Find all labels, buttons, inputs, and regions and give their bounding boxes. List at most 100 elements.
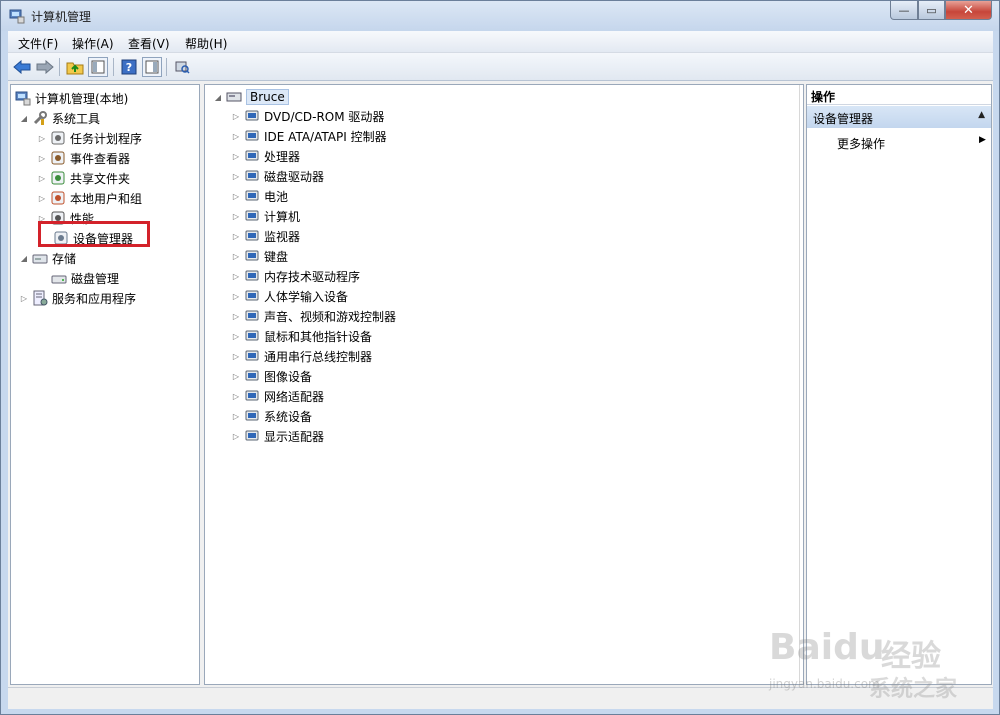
device-category-label: 内存技术驱动程序: [264, 269, 361, 284]
device-category[interactable]: ▷ 系统设备: [231, 407, 312, 425]
tree-item-label: 任务计划程序: [70, 131, 143, 146]
tree-services-apps-label: 服务和应用程序: [52, 291, 137, 306]
tree-services-apps[interactable]: ▷ 服务和应用程序: [19, 289, 136, 307]
device-tree: ◢ Bruce ▷ DVD/CD-ROM 驱动器 ▷ IDE ATA/ATAPI 控制…: [204, 84, 804, 685]
computer-management-icon: [9, 8, 25, 24]
close-button[interactable]: ✕: [945, 1, 992, 20]
tree-root[interactable]: 计算机管理(本地): [15, 89, 128, 107]
tree-system-tools[interactable]: ◢ 系统工具: [19, 109, 100, 127]
submenu-arrow-icon: ▶: [979, 135, 986, 145]
device-category[interactable]: ▷ 网络适配器: [231, 387, 324, 405]
device-category[interactable]: ▷ 显示适配器: [231, 427, 324, 445]
hid-icon: [244, 288, 260, 304]
show-hide-console-tree-icon[interactable]: [88, 57, 108, 77]
scan-hardware-icon[interactable]: [172, 57, 192, 77]
back-arrow-icon[interactable]: [12, 57, 32, 77]
expand-triangle-icon[interactable]: ▷: [231, 311, 241, 321]
expand-triangle-icon[interactable]: ▷: [231, 291, 241, 301]
disk-drive-icon: [244, 168, 260, 184]
expand-triangle-icon[interactable]: ▷: [231, 171, 241, 181]
menu-action[interactable]: 操作(A): [72, 35, 114, 52]
display-adapter-icon: [244, 428, 260, 444]
expand-triangle-icon[interactable]: ▷: [231, 111, 241, 121]
tree-item[interactable]: ▷ 任务计划程序: [37, 129, 142, 147]
tree-item-label: 事件查看器: [70, 151, 131, 166]
expand-triangle-icon[interactable]: ▷: [231, 411, 241, 421]
device-category[interactable]: ▷ 内存技术驱动程序: [231, 267, 360, 285]
collapse-up-icon[interactable]: ▲: [978, 110, 985, 120]
title-bar[interactable]: 计算机管理 — ▭ ✕: [1, 1, 999, 31]
tree-storage[interactable]: ◢ 存储: [19, 249, 76, 267]
more-actions-link[interactable]: 更多操作: [837, 135, 885, 152]
tree-item[interactable]: ▷ 本地用户和组: [37, 189, 142, 207]
forward-arrow-icon[interactable]: [35, 57, 55, 77]
device-category-label: 通用串行总线控制器: [264, 349, 373, 364]
speaker-icon: [244, 308, 260, 324]
device-category[interactable]: ▷ 图像设备: [231, 367, 312, 385]
device-category-label: 人体学输入设备: [264, 289, 349, 304]
collapse-triangle-icon[interactable]: ◢: [19, 113, 29, 123]
users-icon: [50, 190, 66, 206]
maximize-button[interactable]: ▭: [918, 1, 945, 20]
expand-triangle-icon[interactable]: ▷: [231, 431, 241, 441]
up-folder-icon[interactable]: [65, 57, 85, 77]
toolbar: ?: [8, 53, 993, 81]
device-category[interactable]: ▷ 磁盘驱动器: [231, 167, 324, 185]
device-category[interactable]: ▷ 计算机: [231, 207, 300, 225]
collapse-triangle-icon[interactable]: ◢: [213, 92, 223, 102]
device-category[interactable]: ▷ IDE ATA/ATAPI 控制器: [231, 127, 387, 145]
menu-view[interactable]: 查看(V): [128, 35, 170, 52]
computer-management-window: 计算机管理 — ▭ ✕ 文件(F) 操作(A) 查看(V) 帮助(H) ? 计算…: [0, 0, 1000, 715]
device-category[interactable]: ▷ 键盘: [231, 247, 288, 265]
device-category-label: 网络适配器: [264, 389, 325, 404]
device-category[interactable]: ▷ 通用串行总线控制器: [231, 347, 372, 365]
tree-root-label: 计算机管理(本地): [35, 91, 129, 106]
menu-file[interactable]: 文件(F): [18, 35, 58, 52]
expand-triangle-icon[interactable]: ▷: [37, 193, 47, 203]
device-manager-highlight-box: [38, 221, 150, 247]
expand-triangle-icon[interactable]: ▷: [37, 133, 47, 143]
system-device-icon: [244, 408, 260, 424]
device-category[interactable]: ▷ 声音、视频和游戏控制器: [231, 307, 396, 325]
collapse-triangle-icon[interactable]: ◢: [19, 253, 29, 263]
processor-icon: [244, 148, 260, 164]
tree-item[interactable]: ▷ 共享文件夹: [37, 169, 130, 187]
expand-triangle-icon[interactable]: ▷: [231, 331, 241, 341]
computer-management-icon: [15, 90, 31, 106]
expand-triangle-icon[interactable]: ▷: [231, 211, 241, 221]
device-category-label: 声音、视频和游戏控制器: [264, 309, 397, 324]
expand-triangle-icon[interactable]: ▷: [231, 151, 241, 161]
device-category-label: 磁盘驱动器: [264, 169, 325, 184]
expand-triangle-icon[interactable]: ▷: [231, 391, 241, 401]
expand-triangle-icon[interactable]: ▷: [19, 293, 29, 303]
expand-triangle-icon[interactable]: ▷: [231, 251, 241, 261]
show-hide-action-pane-icon[interactable]: [142, 57, 162, 77]
expand-triangle-icon[interactable]: ▷: [231, 271, 241, 281]
tree-item[interactable]: ▷ 事件查看器: [37, 149, 130, 167]
status-bar: [8, 687, 993, 709]
expand-triangle-icon[interactable]: ▷: [37, 153, 47, 163]
help-icon[interactable]: ?: [119, 57, 139, 77]
device-category[interactable]: ▷ 监视器: [231, 227, 300, 245]
expand-triangle-icon[interactable]: ▷: [231, 351, 241, 361]
device-category[interactable]: ▷ 电池: [231, 187, 288, 205]
ide-controller-icon: [244, 128, 260, 144]
menu-help[interactable]: 帮助(H): [185, 35, 227, 52]
expand-triangle-icon[interactable]: ▷: [231, 371, 241, 381]
expand-triangle-icon[interactable]: ▷: [37, 173, 47, 183]
expand-triangle-icon[interactable]: ▷: [231, 131, 241, 141]
device-category-label: DVD/CD-ROM 驱动器: [264, 109, 385, 124]
minimize-button[interactable]: —: [890, 1, 918, 20]
expand-triangle-icon[interactable]: ▷: [231, 231, 241, 241]
device-tree-root[interactable]: ◢ Bruce: [213, 87, 289, 107]
device-category[interactable]: ▷ DVD/CD-ROM 驱动器: [231, 107, 385, 125]
expand-triangle-icon[interactable]: ▷: [231, 191, 241, 201]
device-category-label: 处理器: [264, 149, 301, 164]
actions-pane: 操作 设备管理器 ▲ 更多操作 ▶: [806, 84, 992, 685]
device-category[interactable]: ▷ 鼠标和其他指针设备: [231, 327, 372, 345]
device-category[interactable]: ▷ 人体学输入设备: [231, 287, 348, 305]
tree-disk-management[interactable]: 磁盘管理: [51, 269, 119, 287]
tools-icon: [32, 110, 48, 126]
device-category[interactable]: ▷ 处理器: [231, 147, 300, 165]
actions-section-device-manager[interactable]: 设备管理器 ▲: [807, 106, 991, 128]
